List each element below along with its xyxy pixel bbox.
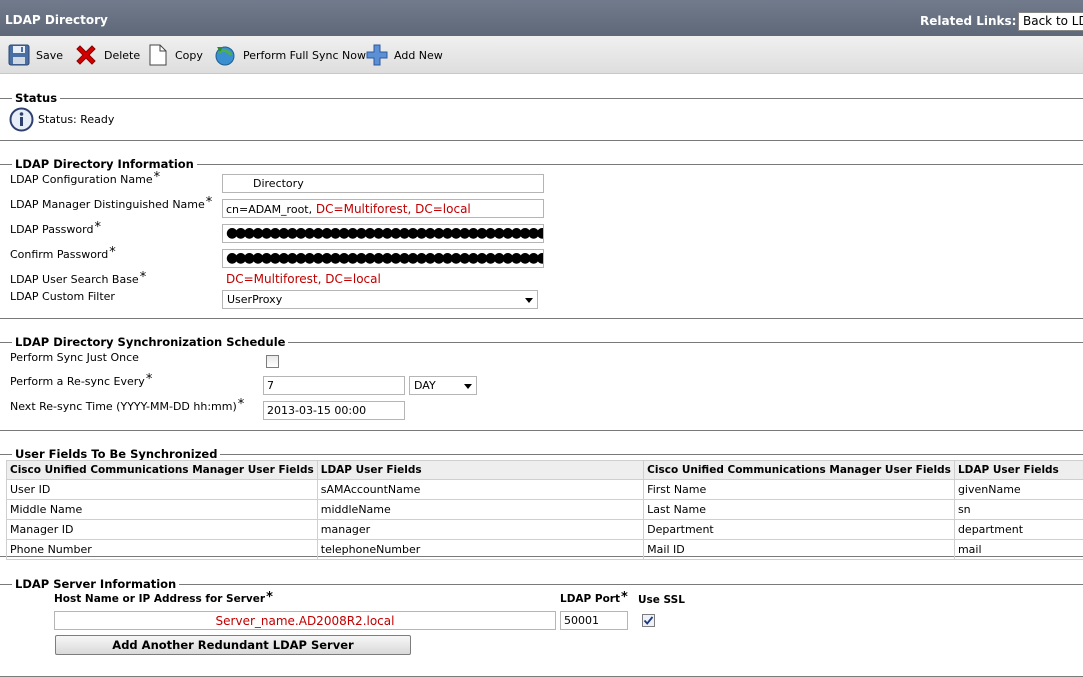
delete-icon [74,43,98,67]
user-fields-table: Cisco Unified Communications Manager Use… [6,460,1083,560]
table-cell: Last Name [644,500,955,520]
host-input[interactable]: Server_name.AD2008R2.local [54,611,556,630]
save-button[interactable]: Save [8,44,63,66]
table-row: User ID sAMAccountName First Name givenN… [7,480,1083,500]
confirm-password-label: Confirm Password* [10,248,116,263]
table-cell: Department [644,520,955,540]
title-bar: LDAP Directory Related Links: Back to LD… [0,0,1083,36]
column-header: LDAP User Fields [317,461,643,480]
save-icon [8,44,30,66]
table-cell: sn [954,500,1083,520]
table-cell: sAMAccountName [317,480,643,500]
page-title: LDAP Directory [5,13,108,27]
table-cell: telephoneNumber [317,540,643,560]
use-ssl-checkbox[interactable] [642,614,655,627]
table-cell: mail [954,540,1083,560]
next-resync-input[interactable]: 2013-03-15 00:00 [263,401,405,420]
copy-button[interactable]: Copy [147,44,203,66]
chevron-down-icon [525,298,533,303]
status-section: Status [0,91,1083,141]
table-cell: First Name [644,480,955,500]
config-name-label: LDAP Configuration Name* [10,173,160,188]
resync-interval-input[interactable]: 7 [263,376,405,395]
custom-filter-label: LDAP Custom Filter [10,290,115,303]
directory-info-legend: LDAP Directory Information [12,157,197,171]
add-redundant-server-button[interactable]: Add Another Redundant LDAP Server [55,635,411,655]
full-sync-label: Perform Full Sync Now [243,49,366,62]
search-base-input[interactable]: DC=Multiforest, DC=local [222,269,544,288]
add-icon [366,44,388,66]
manager-dn-input[interactable]: cn=ADAM_root, DC=Multiforest, DC=local [222,199,544,218]
confirm-password-input[interactable]: ●●●●●●●●●●●●●●●●●●●●●●●●●●●●●●●●●●●●●●●●… [222,249,544,268]
config-name-input[interactable]: Directory [222,174,544,193]
manager-dn-label: LDAP Manager Distinguished Name* [10,198,212,213]
port-input[interactable]: 50001 [560,611,628,630]
resync-unit-value: DAY [414,379,436,392]
host-label: Host Name or IP Address for Server* [54,593,273,608]
sync-schedule-legend: LDAP Directory Synchronization Schedule [12,335,288,349]
full-sync-button[interactable]: Perform Full Sync Now [213,44,366,66]
next-resync-label: Next Re-sync Time (YYYY-MM-DD hh:mm)* [10,400,244,415]
user-fields-legend: User Fields To Be Synchronized [12,447,220,461]
toolbar: Save Delete Copy Perform Full Sync Now A… [0,36,1083,74]
add-new-label: Add New [394,49,443,62]
server-info-legend: LDAP Server Information [12,577,179,591]
add-new-button[interactable]: Add New [366,44,443,66]
table-cell: middleName [317,500,643,520]
table-cell: Manager ID [7,520,318,540]
table-cell: department [954,520,1083,540]
related-links-label: Related Links: [920,14,1016,28]
table-cell: Mail ID [644,540,955,560]
table-row: Manager ID manager Department department [7,520,1083,540]
status-legend: Status [12,91,60,105]
table-cell: givenName [954,480,1083,500]
chevron-down-icon [464,384,472,389]
column-header: Cisco Unified Communications Manager Use… [644,461,955,480]
sync-icon [213,43,237,67]
table-row: Middle Name middleName Last Name sn [7,500,1083,520]
copy-icon [147,44,169,66]
table-row: Phone Number telephoneNumber Mail ID mai… [7,540,1083,560]
sync-once-label: Perform Sync Just Once [10,351,139,364]
related-links-select[interactable]: Back to LDAP Directory Find/List [1018,12,1083,31]
info-icon [9,107,34,132]
password-label: LDAP Password* [10,223,101,238]
delete-label: Delete [104,49,140,62]
copy-label: Copy [175,49,203,62]
save-label: Save [36,49,63,62]
custom-filter-select[interactable]: UserProxy [222,290,538,309]
column-header: Cisco Unified Communications Manager Use… [7,461,318,480]
table-cell: Middle Name [7,500,318,520]
port-label: LDAP Port* [560,593,628,608]
status-text: Status: Ready [38,113,114,126]
delete-button[interactable]: Delete [74,44,140,66]
column-header: LDAP User Fields [954,461,1083,480]
sync-once-checkbox[interactable] [266,355,279,368]
checkmark-icon [643,615,654,626]
table-cell: Phone Number [7,540,318,560]
search-base-label: LDAP User Search Base* [10,273,146,288]
custom-filter-value: UserProxy [227,293,282,306]
table-cell: User ID [7,480,318,500]
table-header-row: Cisco Unified Communications Manager Use… [7,461,1083,480]
table-cell: manager [317,520,643,540]
ssl-label: Use SSL [638,594,685,606]
resync-label: Perform a Re-sync Every* [10,375,152,390]
password-input[interactable]: ●●●●●●●●●●●●●●●●●●●●●●●●●●●●●●●●●●●●●●●●… [222,224,544,243]
resync-unit-select[interactable]: DAY [409,376,477,395]
sync-schedule-section: LDAP Directory Synchronization Schedule [0,335,1083,431]
